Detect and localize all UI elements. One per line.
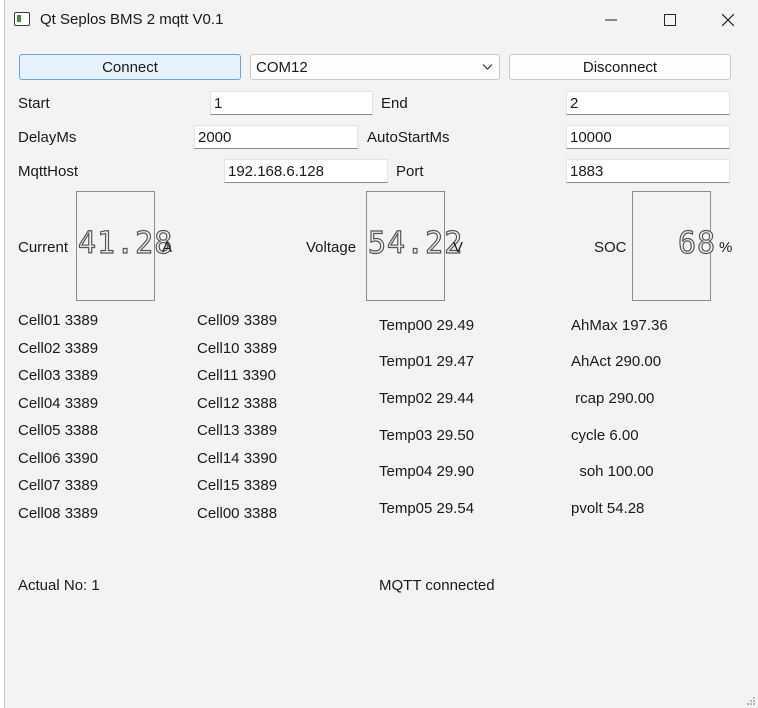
app-window: Qt Seplos BMS 2 mqtt V0.1 Connect COM12 … [4, 0, 758, 708]
cell-voltage: Cell03 3389 [18, 367, 99, 384]
resize-grip-icon[interactable] [746, 696, 756, 706]
cell-voltage: Cell01 3389 [18, 312, 99, 329]
cell-voltage: Cell13 3389 [197, 422, 278, 439]
cell-voltage: Cell02 3389 [18, 340, 99, 357]
chevron-down-icon [482, 64, 493, 70]
voltage-lcd-value: 54.22 [367, 225, 464, 261]
disconnect-button[interactable]: Disconnect [509, 54, 731, 80]
cell-voltage: Cell09 3389 [197, 312, 278, 329]
port-input[interactable]: 1883 [566, 159, 730, 183]
battery-stat: rcap 290.00 [571, 390, 655, 407]
cell-voltage: Cell12 3388 [197, 395, 278, 412]
title-bar: Qt Seplos BMS 2 mqtt V0.1 [5, 0, 758, 40]
soc-unit: % [719, 239, 733, 256]
current-label: Current [18, 239, 69, 256]
battery-stat: soh 100.00 [571, 463, 654, 480]
mqtt-status: MQTT connected [379, 577, 495, 594]
battery-stat: cycle 6.00 [571, 427, 639, 444]
soc-label: SOC [594, 239, 627, 256]
window-title: Qt Seplos BMS 2 mqtt V0.1 [40, 11, 224, 28]
autostart-input[interactable]: 10000 [566, 125, 730, 149]
disconnect-button-label: Disconnect [582, 58, 658, 76]
cell-voltage: Cell04 3389 [18, 395, 99, 412]
cell-voltage: Cell11 3390 [197, 367, 276, 384]
voltage-label: Voltage [306, 239, 357, 256]
temperature: Temp02 29.44 [379, 390, 475, 407]
soc-lcd-value: 68 [677, 225, 717, 261]
temperature: Temp05 29.54 [379, 500, 475, 517]
voltage-unit: V [453, 239, 464, 256]
mqtt-host-input[interactable]: 192.168.6.128 [224, 159, 388, 183]
end-input[interactable]: 2 [566, 91, 730, 115]
cell-voltage: Cell05 3388 [18, 422, 99, 439]
cell-voltage: Cell10 3389 [197, 340, 278, 357]
delay-label: DelayMs [18, 129, 77, 146]
cell-voltage: Cell15 3389 [197, 477, 278, 494]
cell-voltage: Cell14 3390 [197, 450, 278, 467]
start-label: Start [18, 95, 50, 112]
temperature: Temp04 29.90 [379, 463, 475, 480]
mqtt-host-label: MqttHost [18, 163, 79, 180]
temperature: Temp01 29.47 [379, 353, 475, 370]
serial-port-value: COM12 [256, 59, 308, 76]
start-input[interactable]: 1 [210, 91, 373, 115]
temperature: Temp00 29.49 [379, 317, 475, 334]
maximize-icon[interactable] [641, 0, 699, 40]
app-icon [14, 12, 30, 26]
current-lcd-value: 41.28 [77, 225, 174, 261]
autostart-label: AutoStartMs [367, 129, 450, 146]
cell-voltage: Cell08 3389 [18, 505, 99, 522]
delay-input[interactable]: 2000 [194, 125, 358, 149]
minimize-icon[interactable] [582, 0, 640, 40]
connect-button[interactable]: Connect [19, 54, 241, 80]
temperature: Temp03 29.50 [379, 427, 475, 444]
actual-number-status: Actual No: 1 [18, 577, 100, 594]
cell-voltage: Cell00 3388 [197, 505, 278, 522]
end-label: End [381, 95, 408, 112]
current-unit: A [162, 239, 173, 256]
battery-stat: AhAct 290.00 [571, 353, 662, 370]
close-icon[interactable] [699, 0, 757, 40]
serial-port-select[interactable]: COM12 [250, 54, 500, 80]
cell-voltage: Cell07 3389 [18, 477, 99, 494]
battery-stat: pvolt 54.28 [571, 500, 645, 517]
cell-voltage: Cell06 3390 [18, 450, 99, 467]
battery-stat: AhMax 197.36 [571, 317, 668, 334]
port-label: Port [396, 163, 424, 180]
connect-button-label: Connect [102, 58, 158, 76]
